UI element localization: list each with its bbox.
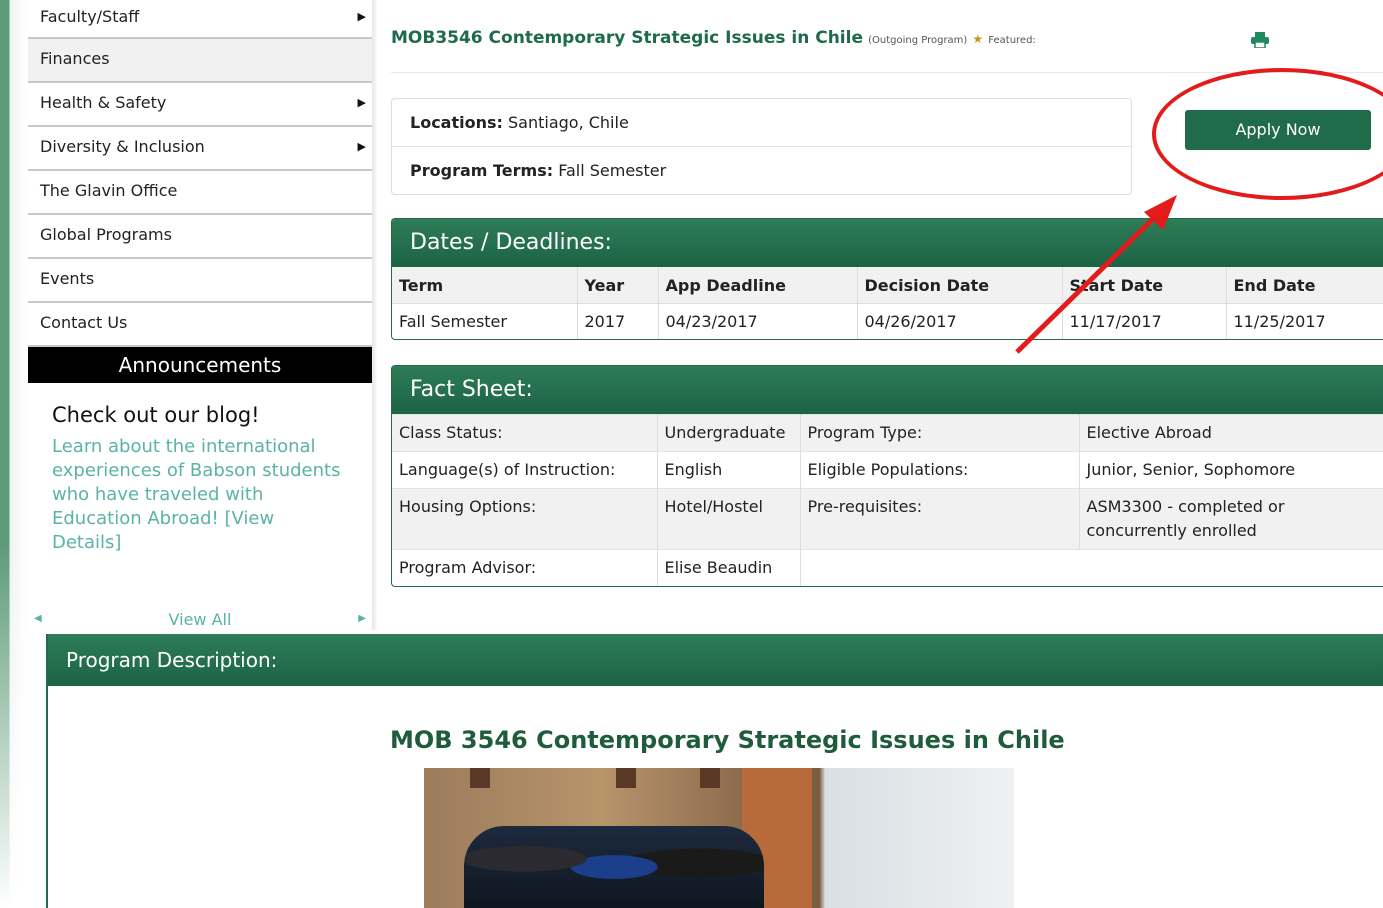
column-header: Start Date: [1062, 267, 1227, 304]
next-arrow-icon[interactable]: ▶: [358, 613, 366, 624]
table-row: Language(s) of Instruction: English Eligi…: [392, 451, 1383, 489]
description-title: MOB 3546 Contemporary Strategic Issues i…: [390, 726, 1065, 754]
column-header: Year: [577, 267, 659, 304]
left-accent-bar: [0, 0, 27, 908]
column-header: App Deadline: [658, 267, 858, 304]
dates-panel: Dates / Deadlines: Term Year App Deadlin…: [391, 218, 1383, 340]
sidebar-item-events[interactable]: Events: [28, 259, 372, 303]
program-title-row: MOB3546 Contemporary Strategic Issues in…: [391, 28, 1383, 73]
locations-row: Locations: Santiago, Chile: [410, 113, 629, 132]
announcement-link[interactable]: Learn about the international experience…: [52, 435, 348, 555]
announcement-title: Check out our blog!: [52, 403, 260, 427]
dates-heading: Dates / Deadlines:: [392, 219, 1383, 267]
star-icon: ★: [972, 32, 984, 46]
fact-sheet-panel: Fact Sheet: Class Status: Undergraduate P…: [391, 365, 1383, 587]
featured-label: Featured:: [988, 35, 1036, 46]
sidebar-nav: Faculty/Staff ▶ Finances Health & Safety ▶…: [28, 0, 372, 347]
column-header: Decision Date: [857, 267, 1063, 304]
column-header: Term: [392, 267, 578, 304]
sidebar-item-health-safety[interactable]: Health & Safety ▶: [28, 83, 372, 127]
sidebar-item-contact-us[interactable]: Contact Us: [28, 303, 372, 347]
sidebar-item-global-programs[interactable]: Global Programs: [28, 215, 372, 259]
program-title: MOB3546 Contemporary Strategic Issues in…: [391, 28, 863, 48]
dates-table: Term Year App Deadline Decision Date Sta…: [392, 267, 1383, 339]
group-photo: [424, 768, 1014, 908]
description-heading: Program Description:: [48, 634, 1383, 686]
program-advisor: Elise Beaudin: [657, 549, 801, 586]
program-summary-box: Locations: Santiago, Chile Program Terms…: [391, 98, 1132, 195]
announcements-heading: Announcements: [28, 347, 372, 383]
table-header-row: Term Year App Deadline Decision Date Sta…: [392, 267, 1383, 304]
program-type-note: (Outgoing Program): [868, 35, 968, 46]
sidebar-item-finances[interactable]: Finances: [28, 39, 372, 83]
table-row: Fall Semester 2017 04/23/2017 04/26/2017…: [392, 303, 1383, 339]
printer-icon[interactable]: [1251, 32, 1269, 48]
terms-row: Program Terms: Fall Semester: [392, 146, 1131, 194]
fact-sheet-heading: Fact Sheet:: [392, 366, 1383, 414]
sidebar-item-diversity[interactable]: Diversity & Inclusion ▶: [28, 127, 372, 171]
table-row: Housing Options: Hotel/Hostel Pre-requisi…: [392, 488, 1383, 550]
sidebar: Faculty/Staff ▶ Finances Health & Safety ▶…: [28, 0, 378, 630]
table-row: Program Advisor: Elise Beaudin: [392, 549, 1383, 586]
caret-right-icon: ▶: [357, 10, 366, 23]
announcements-pager: ◀ View All ▶: [28, 610, 372, 630]
sidebar-item-faculty-staff[interactable]: Faculty/Staff ▶: [28, 0, 372, 39]
caret-right-icon: ▶: [357, 140, 366, 153]
fact-sheet-table: Class Status: Undergraduate Program Type:…: [392, 414, 1383, 586]
column-header: End Date: [1226, 267, 1383, 304]
announcement-item: Check out our blog! Learn about the inte…: [28, 383, 372, 555]
view-all-link[interactable]: View All: [28, 610, 372, 629]
sidebar-item-glavin-office[interactable]: The Glavin Office: [28, 171, 372, 215]
table-row: Class Status: Undergraduate Program Type:…: [392, 414, 1383, 452]
program-description-panel: Program Description: MOB 3546 Contempora…: [46, 634, 1383, 908]
annotation-circle: [1152, 68, 1383, 200]
caret-right-icon: ▶: [357, 96, 366, 109]
